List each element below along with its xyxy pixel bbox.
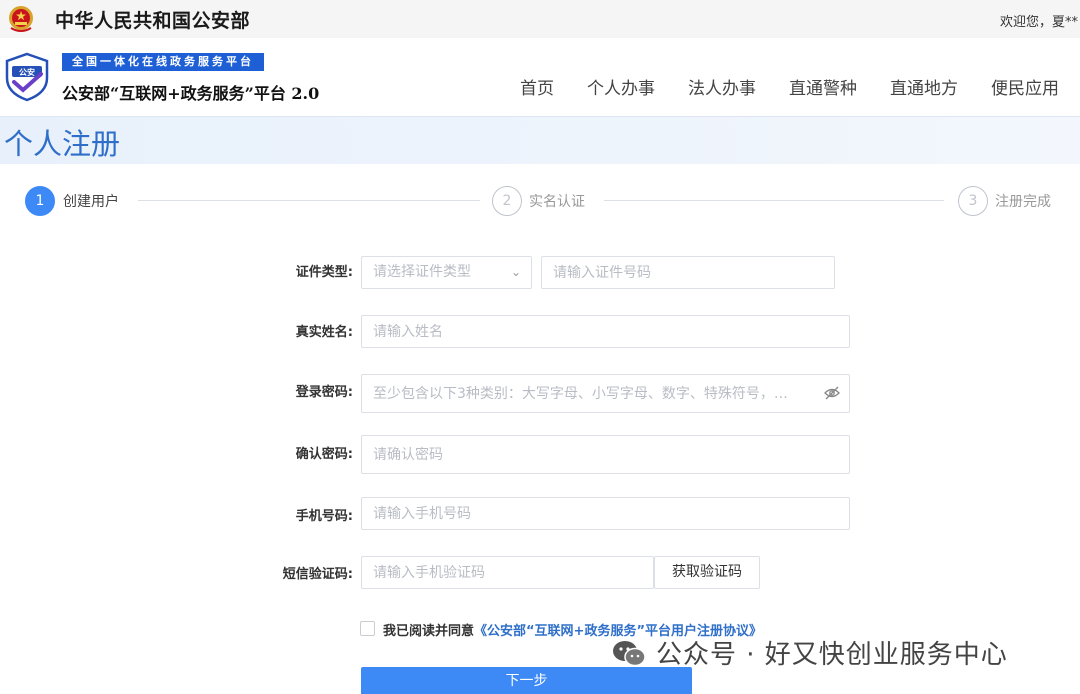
step-3-circle: 3 [958,186,988,216]
agreement-prefix: 我已阅读并同意 [383,624,475,639]
password-input[interactable] [373,375,813,412]
logo-badge-text: 公安 [19,67,35,77]
next-step-button[interactable]: 下一步 [361,667,692,694]
id-type-select[interactable]: 请选择证件类型 ⌄ [361,256,532,289]
id-type-placeholder: 请选择证件类型 [373,264,471,280]
real-name-input[interactable] [373,316,849,347]
id-number-input-wrap [541,256,835,289]
nav-item-personal-affairs[interactable]: 个人办事 [587,74,655,99]
national-emblem-icon [9,6,33,32]
registration-steps: 1 创建用户 2 实名认证 3 注册完成 [0,185,1080,219]
password-label: 登录密码: [295,385,353,400]
chevron-down-icon: ⌄ [510,265,521,279]
wechat-icon [613,641,646,667]
confirm-password-input[interactable] [373,436,849,473]
real-name-label: 真实姓名: [295,325,353,340]
real-name-input-wrap [361,315,850,348]
step-1-circle: 1 [25,186,55,216]
eye-hidden-icon[interactable] [824,386,840,400]
police-shield-logo-icon[interactable]: 公安 [4,52,50,102]
sms-code-input[interactable] [373,557,653,588]
phone-label: 手机号码: [295,509,353,524]
nav-item-legal-entity-affairs[interactable]: 法人办事 [688,74,756,99]
nav-item-home[interactable]: 首页 [520,74,554,99]
platform-slogan: 全国一体化在线政务服务平台 [62,53,264,71]
main-nav: 首页 个人办事 法人办事 直通警种 直通地方 便民应用 [520,74,1080,99]
sms-code-label: 短信验证码: [282,567,353,582]
top-bar: 中华人民共和国公安部 欢迎您，夏** [0,0,1080,38]
password-input-wrap [361,374,850,413]
get-verification-code-button[interactable]: 获取验证码 [654,556,760,589]
phone-input[interactable] [373,498,849,529]
gov-title: 中华人民共和国公安部 [55,10,251,32]
page-title-band: 个人注册 [0,116,1080,164]
step-connector [138,200,480,201]
site-header: 公安 全国一体化在线政务服务平台 公安部“互联网+政务服务”平台 2.0 首页 … [0,38,1080,116]
nav-item-convenience-apps[interactable]: 便民应用 [991,74,1059,99]
step-2-circle: 2 [492,186,522,216]
phone-input-wrap [361,497,850,530]
id-number-input[interactable] [553,257,834,288]
confirm-password-label: 确认密码: [295,447,353,462]
platform-name: 公安部“互联网+政务服务”平台 2.0 [62,84,320,103]
sms-code-input-wrap [361,556,654,589]
id-type-label: 证件类型: [295,265,353,280]
welcome-user-text[interactable]: 欢迎您，夏** [1000,11,1078,30]
page-title: 个人注册 [4,127,121,161]
agreement-checkbox[interactable] [360,621,375,636]
step-2-label: 实名认证 [529,194,585,210]
step-1-label: 创建用户 [63,194,119,210]
step-3-label: 注册完成 [995,194,1051,210]
watermark-text: 公众号 · 好又快创业服务中心 [656,640,1008,670]
nav-item-police-divisions[interactable]: 直通警种 [789,74,857,99]
confirm-password-input-wrap [361,435,850,474]
step-connector [604,200,944,201]
nav-item-local-access[interactable]: 直通地方 [890,74,958,99]
